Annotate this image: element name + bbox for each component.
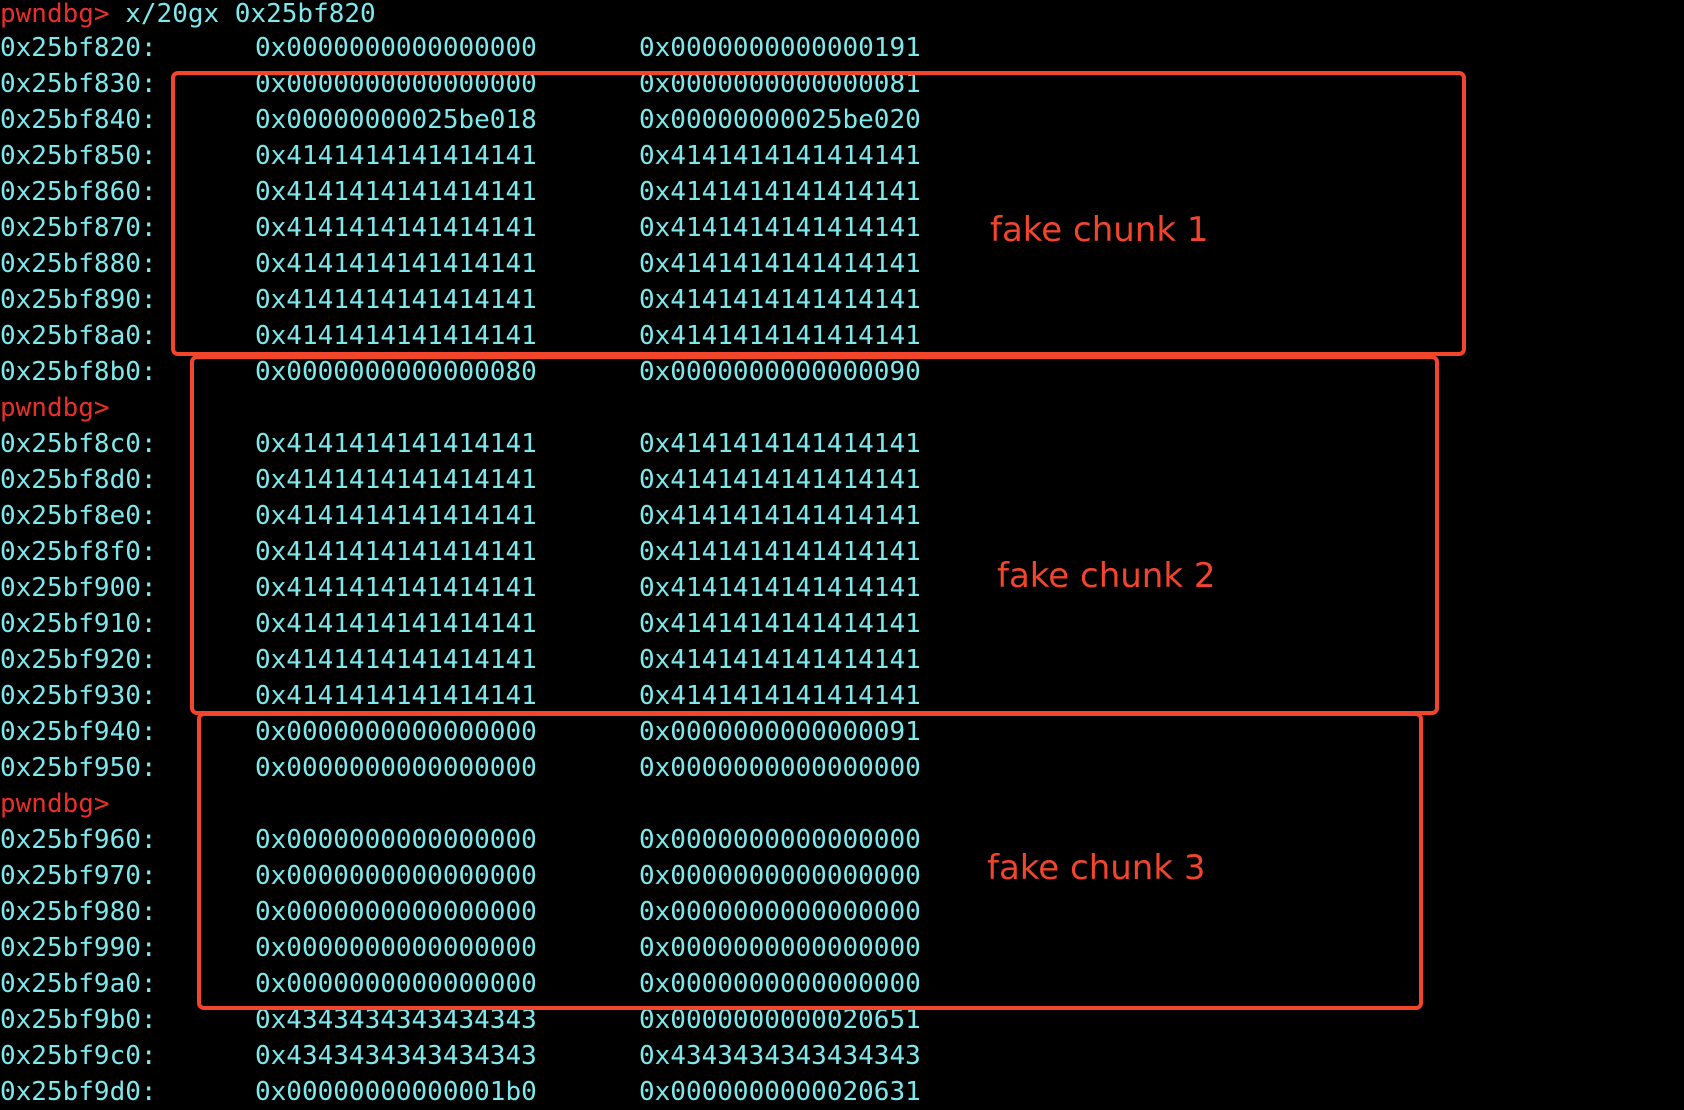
memory-address: 0x25bf970: [0,861,157,891]
memory-address: 0x25bf8e0: [0,501,157,531]
fake-chunk-2-label: fake chunk 2 [997,556,1216,596]
prompt: pwndbg> [0,0,110,29]
terminal-window[interactable]: pwndbg> x/20gx 0x25bf820 0x25bf820: 0x000… [0,0,1684,1107]
memory-value: 0x00000000000001b0 [255,1077,537,1107]
memory-address: 0x25bf890: [0,285,157,315]
memory-address: 0x25bf9b0: [0,1005,157,1035]
memory-address: 0x25bf960: [0,825,157,855]
memory-address: 0x25bf9a0: [0,969,157,999]
memory-address: 0x25bf910: [0,609,157,639]
memory-address: 0x25bf950: [0,753,157,783]
fake-chunk-1-box [171,71,1466,356]
prompt: pwndbg> [0,789,110,819]
memory-address: 0x25bf8f0: [0,537,157,567]
memory-address: 0x25bf8c0: [0,429,157,459]
memory-value: 0x4343434343434343 [255,1041,537,1071]
fake-chunk-2-box [190,355,1439,715]
memory-address: 0x25bf840: [0,105,157,135]
fake-chunk-1-label: fake chunk 1 [990,210,1209,250]
memory-address: 0x25bf8b0: [0,357,157,387]
memory-address: 0x25bf940: [0,717,157,747]
memory-address: 0x25bf860: [0,177,157,207]
memory-address: 0x25bf820: [0,33,157,63]
command-text: x/20gx 0x25bf820 [109,0,376,29]
memory-address: 0x25bf8a0: [0,321,157,351]
memory-value: 0x0000000000020631 [639,1077,921,1107]
memory-address: 0x25bf8d0: [0,465,157,495]
memory-address: 0x25bf930: [0,681,157,711]
memory-value: 0x0000000000000191 [639,33,921,63]
prompt-line: pwndbg> [0,390,110,426]
memory-value: 0x4343434343434343 [639,1041,921,1071]
memory-address: 0x25bf900: [0,573,157,603]
memory-address: 0x25bf830: [0,69,157,99]
memory-address: 0x25bf850: [0,141,157,171]
memory-address: 0x25bf980: [0,897,157,927]
fake-chunk-3-label: fake chunk 3 [987,848,1206,888]
prompt-line: pwndbg> [0,786,110,822]
fake-chunk-3-box [197,712,1423,1010]
memory-address: 0x25bf880: [0,249,157,279]
memory-address: 0x25bf9d0: [0,1077,157,1107]
memory-address: 0x25bf990: [0,933,157,963]
prompt: pwndbg> [0,393,110,423]
memory-address: 0x25bf920: [0,645,157,675]
memory-address: 0x25bf870: [0,213,157,243]
memory-value: 0x0000000000000000 [255,33,537,63]
memory-address: 0x25bf9c0: [0,1041,157,1071]
command-line: pwndbg> x/20gx 0x25bf820 [0,0,376,32]
